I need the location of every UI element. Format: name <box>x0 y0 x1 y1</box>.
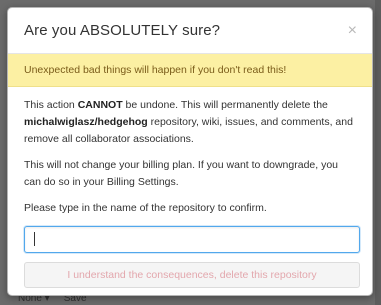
modal-header: Are you ABSOLUTELY sure? × <box>8 8 372 54</box>
delete-repo-modal: Are you ABSOLUTELY sure? × Unexpected ba… <box>7 7 373 296</box>
repo-name-confirm-input[interactable] <box>24 226 360 253</box>
billing-notice: This will not change your billing plan. … <box>24 159 339 188</box>
warning-flash: Unexpected bad things will happen if you… <box>8 54 372 87</box>
close-icon[interactable]: × <box>348 22 357 39</box>
modal-body: This action CANNOT be undone. This will … <box>8 87 372 288</box>
confirm-input-wrap <box>24 226 360 253</box>
text-caret <box>34 232 35 246</box>
backdrop-edge <box>375 0 381 305</box>
delete-repository-button[interactable]: I understand the consequences, delete th… <box>24 262 360 288</box>
modal-title: Are you ABSOLUTELY sure? <box>24 22 221 39</box>
repo-name: michalwiglasz/hedgehog <box>24 116 148 128</box>
warning-text: Unexpected bad things will happen if you… <box>24 64 287 76</box>
cannot-emphasis: CANNOT <box>77 99 123 111</box>
confirm-instruction: Please type in the name of the repositor… <box>24 202 267 214</box>
irreversible-notice: This action CANNOT be undone. This will … <box>24 99 353 145</box>
